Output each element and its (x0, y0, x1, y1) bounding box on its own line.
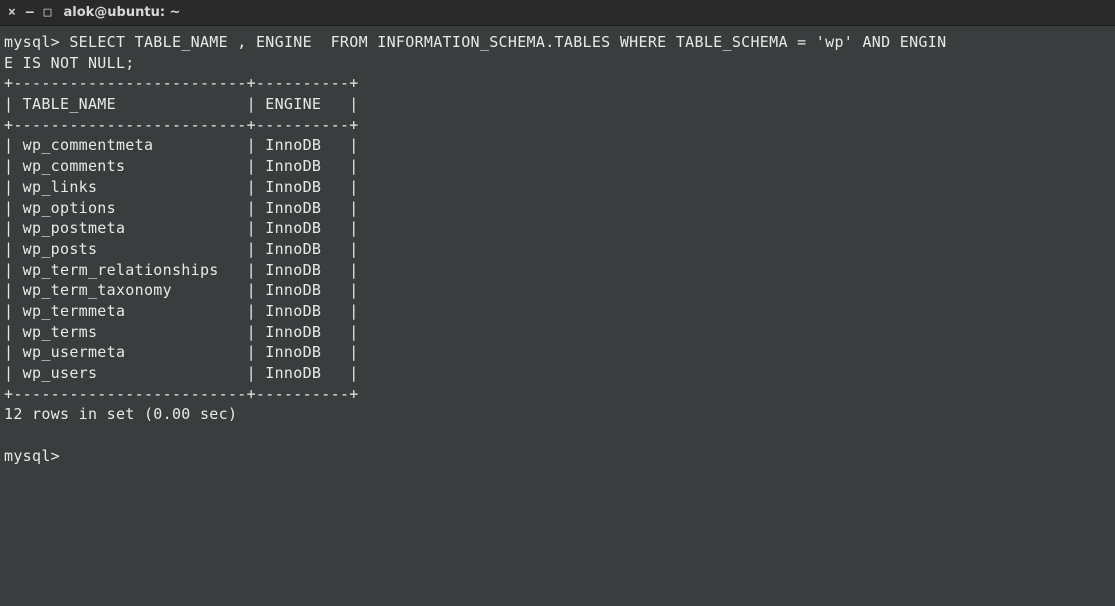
maximize-icon[interactable]: □ (44, 5, 52, 20)
sql-query-line1: SELECT TABLE_NAME , ENGINE FROM INFORMAT… (60, 33, 946, 51)
table-border-top: +-------------------------+----------+ (4, 74, 359, 92)
window-controls: × – □ (8, 5, 51, 20)
table-border-mid: +-------------------------+----------+ (4, 116, 359, 134)
table-header-row: | TABLE_NAME | ENGINE | (4, 95, 359, 113)
sql-query-line2: E IS NOT NULL; (4, 54, 135, 72)
window-title: alok@ubuntu: ~ (63, 5, 180, 20)
table-rows: | wp_commentmeta | InnoDB | | wp_comment… (4, 136, 359, 382)
close-icon[interactable]: × (8, 5, 16, 20)
mysql-prompt-idle: mysql> (4, 447, 60, 465)
mysql-prompt: mysql> (4, 33, 60, 51)
result-footer: 12 rows in set (0.00 sec) (4, 405, 237, 423)
minimize-icon[interactable]: – (26, 5, 34, 20)
table-border-bottom: +-------------------------+----------+ (4, 385, 359, 403)
window-titlebar: × – □ alok@ubuntu: ~ (0, 0, 1115, 26)
terminal-output[interactable]: mysql> SELECT TABLE_NAME , ENGINE FROM I… (0, 26, 1115, 472)
